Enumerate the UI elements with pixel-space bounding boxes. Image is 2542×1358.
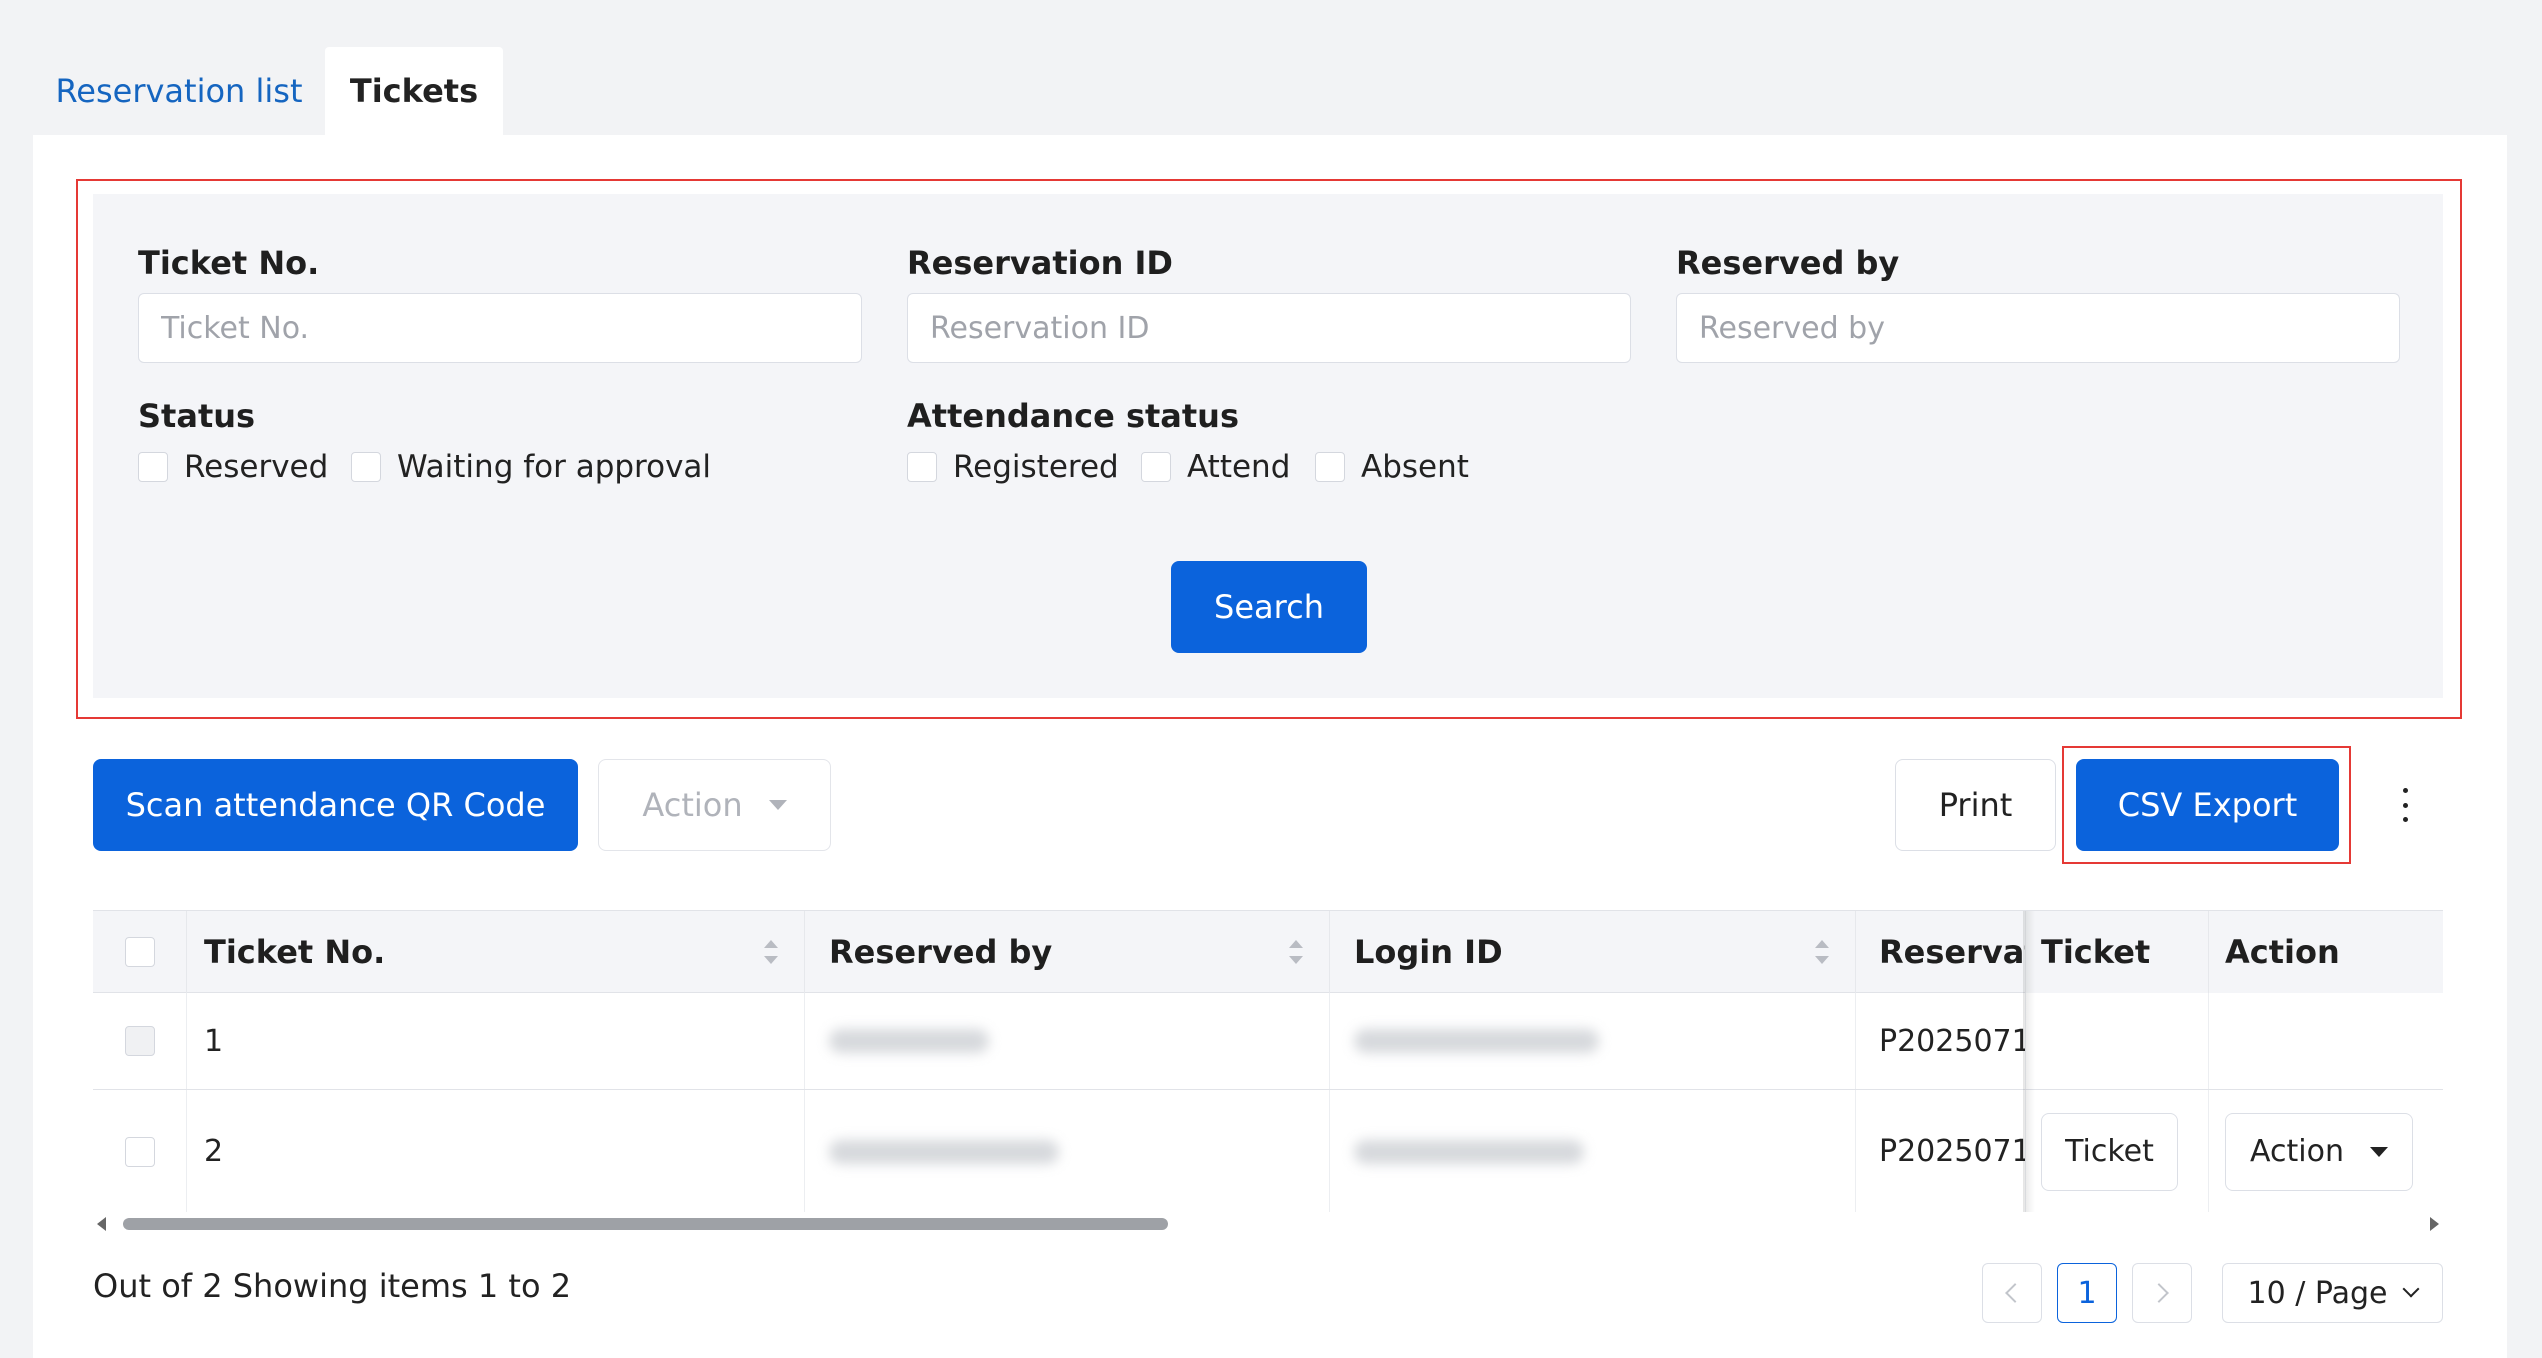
reserved-by-label: Reserved by	[1676, 244, 1900, 282]
table-row: 1 P202507110E8D	[93, 993, 2443, 1090]
ticket-button[interactable]: Ticket	[2041, 1112, 2178, 1191]
redacted-text	[1354, 1029, 1599, 1053]
ticket-no-cell: 2	[187, 1090, 805, 1212]
row-checkbox[interactable]	[124, 1136, 155, 1167]
page-1-button[interactable]: 1	[2057, 1263, 2117, 1323]
row-checkbox-disabled	[124, 1026, 155, 1056]
column-action-label: Action	[2225, 933, 2340, 971]
reserved-by-cell	[805, 993, 1330, 1089]
page-size-label: 10 / Page	[2247, 1275, 2388, 1311]
column-login-id-label: Login ID	[1354, 933, 1503, 971]
search-button[interactable]: Search	[1171, 561, 1367, 653]
scroll-left-icon[interactable]	[97, 1217, 106, 1231]
tab-tickets[interactable]: Tickets	[325, 47, 503, 135]
login-id-cell	[1330, 1090, 1856, 1212]
chevron-left-icon	[2005, 1283, 2025, 1303]
select-all-cell	[93, 911, 187, 993]
tickets-table: Ticket No. Reserved by Login ID Reserva t…	[93, 910, 2443, 1212]
redacted-text	[1354, 1139, 1584, 1164]
chevron-right-icon	[2149, 1283, 2169, 1303]
reserved-by-cell	[805, 1090, 1330, 1212]
reservation-id-cell: P202507110E8D	[1856, 993, 2026, 1089]
column-ticket-no[interactable]: Ticket No.	[187, 911, 805, 993]
row-action-label: Action	[2250, 1134, 2344, 1169]
page-size-select[interactable]: 10 / Page	[2222, 1263, 2443, 1323]
status-reserved-checkbox[interactable]	[138, 452, 168, 482]
ticket-no-label: Ticket No.	[138, 244, 320, 282]
scan-attendance-qr-button[interactable]: Scan attendance QR Code	[93, 759, 578, 851]
ticket-cell	[2026, 993, 2209, 1089]
reservation-id-cell: P20250711740C	[1856, 1090, 2026, 1212]
action-cell	[2209, 993, 2443, 1089]
scrollbar-thumb[interactable]	[123, 1218, 1168, 1230]
reservation-id-input[interactable]	[907, 293, 1631, 363]
action-cell: Action	[2209, 1090, 2443, 1212]
horizontal-scrollbar[interactable]	[93, 1212, 2443, 1236]
attendance-absent-label: Absent	[1361, 449, 1469, 485]
select-all-checkbox[interactable]	[124, 937, 155, 967]
attendance-registered-checkbox[interactable]	[907, 452, 937, 482]
tab-reservation-list[interactable]: Reservation list	[34, 47, 324, 135]
column-ticket-no-label: Ticket No.	[204, 933, 386, 971]
caret-down-icon	[2369, 1146, 2388, 1157]
table-row: 2 P20250711740C Ticket Action	[93, 1090, 2443, 1212]
column-ticket: Ticket	[2026, 911, 2209, 993]
attendance-absent-checkbox[interactable]	[1315, 452, 1345, 482]
redacted-text	[829, 1139, 1059, 1164]
ticket-no-cell: 1	[187, 993, 805, 1089]
status-reserved-label: Reserved	[184, 449, 329, 485]
bulk-action-dropdown[interactable]: Action	[598, 759, 831, 851]
pagination-summary: Out of 2 Showing items 1 to 2	[93, 1267, 572, 1305]
bulk-action-label: Action	[642, 786, 743, 824]
login-id-cell	[1330, 993, 1856, 1089]
caret-down-icon	[768, 800, 787, 810]
column-reserved-by-label: Reserved by	[829, 933, 1053, 971]
csv-export-button[interactable]: CSV Export	[2076, 759, 2339, 851]
prev-page-button[interactable]	[1982, 1263, 2042, 1323]
row-select-cell	[93, 993, 187, 1089]
sort-icon[interactable]	[1815, 940, 1829, 964]
attendance-registered-label: Registered	[953, 449, 1119, 485]
sort-icon[interactable]	[764, 940, 778, 964]
column-ticket-label: Ticket	[2041, 933, 2151, 971]
ticket-cell: Ticket	[2026, 1090, 2209, 1212]
reserved-by-input[interactable]	[1676, 293, 2400, 363]
print-button[interactable]: Print	[1895, 759, 2056, 851]
status-waiting-checkbox[interactable]	[351, 452, 381, 482]
status-waiting-label: Waiting for approval	[397, 449, 712, 485]
row-select-cell	[93, 1090, 187, 1212]
attendance-attend-checkbox[interactable]	[1141, 452, 1171, 482]
column-reserved-by[interactable]: Reserved by	[805, 911, 1330, 993]
row-action-dropdown[interactable]: Action	[2225, 1112, 2413, 1191]
chevron-down-icon	[2402, 1280, 2420, 1298]
column-action: Action	[2209, 911, 2443, 993]
column-reservation-id: Reservation ID	[1856, 911, 2026, 993]
column-reservation-id-label: Reservation ID	[1879, 933, 2025, 971]
fixed-column-shadow	[2023, 911, 2035, 1212]
redacted-text	[829, 1029, 989, 1053]
sort-icon[interactable]	[1289, 940, 1303, 964]
status-label: Status	[138, 397, 256, 435]
attendance-attend-label: Attend	[1187, 449, 1291, 485]
table-header: Ticket No. Reserved by Login ID Reserva t…	[93, 911, 2443, 993]
next-page-button[interactable]	[2132, 1263, 2192, 1323]
ticket-no-input[interactable]	[138, 293, 862, 363]
reservation-id-label: Reservation ID	[907, 244, 1173, 282]
more-options-icon[interactable]	[2397, 788, 2413, 822]
scroll-right-icon[interactable]	[2430, 1217, 2439, 1231]
column-login-id[interactable]: Login ID	[1330, 911, 1856, 993]
attendance-status-label: Attendance status	[907, 397, 1239, 435]
